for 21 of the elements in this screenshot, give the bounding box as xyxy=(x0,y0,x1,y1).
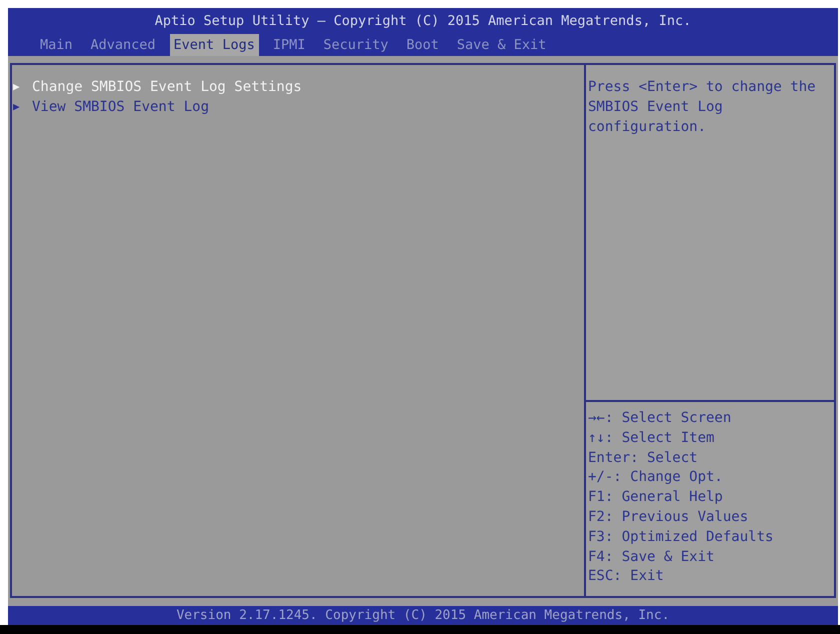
key-help-line: Enter: Select xyxy=(588,448,698,468)
key-help-line: F2: Previous Values xyxy=(588,508,748,527)
key-help-line: F3: Optimized Defaults xyxy=(588,528,774,547)
key-help-line: ↑↓: Select Item xyxy=(588,428,714,448)
key-help-line: →←: Select Screen xyxy=(588,409,732,428)
key-help-line: +/-: Change Opt. xyxy=(588,468,723,488)
window-title: Aptio Setup Utility – Copyright (C) 2015 American Megatrends, Inc. xyxy=(154,12,692,31)
menu-item[interactable]: ▶ Change SMBIOS Event Log Settings xyxy=(12,77,302,97)
tab[interactable]: Event Logs xyxy=(170,34,259,56)
key-help-line: F4: Save & Exit xyxy=(588,548,714,567)
tab[interactable]: Save & Exit xyxy=(452,34,550,56)
tab[interactable]: Main xyxy=(36,34,77,56)
tab[interactable]: Security xyxy=(319,34,392,56)
status-text: Version 2.17.1245. Copyright (C) 2015 American Megatrends, Inc. xyxy=(176,606,670,625)
tab[interactable]: Advanced xyxy=(86,34,160,56)
tab[interactable]: IPMI xyxy=(268,34,310,56)
tab[interactable]: Boot xyxy=(402,34,443,56)
key-help-line: ESC: Exit xyxy=(588,567,664,586)
help-text: Press <Enter> to change the SMBIOS Event Log configuration. xyxy=(588,78,817,137)
menu-item[interactable]: ▶ View SMBIOS Event Log xyxy=(12,97,210,117)
key-help-line: F1: General Help xyxy=(588,488,723,508)
